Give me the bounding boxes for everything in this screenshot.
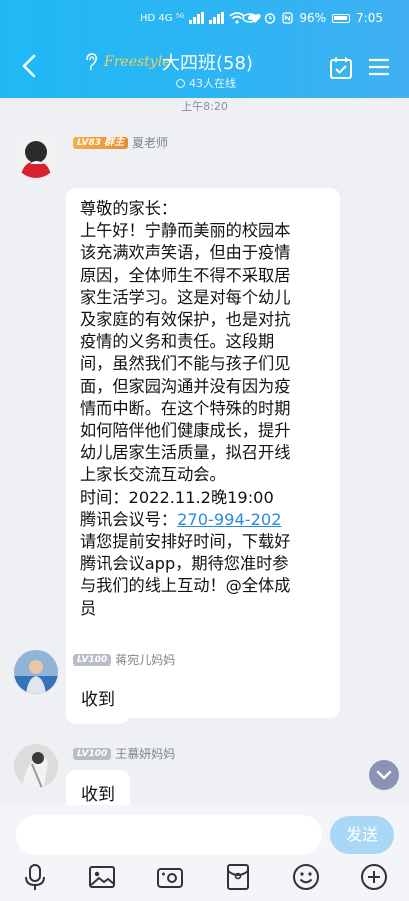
avatar[interactable] xyxy=(14,744,58,788)
message-line: 该充满欢声笑语，但由于疫情 xyxy=(80,243,291,263)
battery-percent: 96% xyxy=(299,11,327,25)
microphone-icon[interactable] xyxy=(21,863,49,891)
sender-name[interactable]: 王慕妍妈妈 xyxy=(115,745,175,762)
message-text: 收到 xyxy=(81,785,115,805)
chat-area[interactable]: 上午8:20 LV83 群主 夏老师 尊敬的家长： 上午好！宁静而美丽的校园本 … xyxy=(0,98,409,805)
message-line: 员 xyxy=(80,598,97,618)
avatar-teacher-image xyxy=(14,134,58,178)
message-line: 与我们的线上互动！@全体成 xyxy=(80,576,291,596)
message-text: 收到 xyxy=(81,690,115,710)
menu-icon[interactable] xyxy=(368,56,390,78)
sender-line: LV100 蒋宛儿妈妈 xyxy=(73,651,175,668)
message-bubble[interactable]: 收到 xyxy=(66,676,130,724)
sender-name[interactable]: 蒋宛儿妈妈 xyxy=(115,651,175,668)
alarm-icon xyxy=(265,13,276,24)
message-input[interactable] xyxy=(16,815,322,855)
message-bubble[interactable]: 尊敬的家长： 上午好！宁静而美丽的校园本 该充满欢声笑语，但由于疫情 原因，全体… xyxy=(66,188,340,718)
avatar-parent-image xyxy=(14,650,58,694)
avatar-parent-image xyxy=(14,744,58,788)
sender-name[interactable]: 夏老师 xyxy=(132,134,168,151)
message-line: 幼儿居家生活质量，拟召开线 xyxy=(80,443,291,463)
sender-line: LV83 群主 夏老师 xyxy=(73,134,168,151)
status-right: 96% 7:05 xyxy=(242,11,383,25)
avatar[interactable] xyxy=(14,650,58,694)
message-line: 疫情的义务和责任。这段期 xyxy=(80,332,275,352)
scroll-to-bottom-button[interactable] xyxy=(369,760,399,790)
nfc-icon xyxy=(282,12,294,24)
camera-icon[interactable] xyxy=(156,863,184,891)
message-line: 如何陪伴他们健康成长，提升 xyxy=(80,421,291,441)
chevron-down-icon xyxy=(376,770,392,780)
status-bar: HD 4G ⁵ᴳ 96% 7:05 xyxy=(0,8,409,36)
level-badge: LV100 xyxy=(73,653,112,666)
message-line: 情而中断。在这个特殊的时期 xyxy=(80,398,291,418)
ear-icon xyxy=(86,53,97,71)
online-status: 43人在线 xyxy=(176,75,236,91)
clock: 7:05 xyxy=(356,11,383,25)
level-badge: LV100 xyxy=(73,747,112,760)
emoji-icon[interactable] xyxy=(292,863,320,891)
network-text: HD 4G ⁵ᴳ xyxy=(140,12,185,24)
signal-icon-2 xyxy=(208,12,224,24)
battery-icon xyxy=(332,13,351,23)
online-count: 43人在线 xyxy=(189,77,236,90)
sender-line: LV100 王慕妍妈妈 xyxy=(73,745,175,762)
message-line: 请您提前安排好时间，下载好 xyxy=(80,532,291,552)
meeting-id-link[interactable]: 270-994-202 xyxy=(177,510,281,529)
image-icon[interactable] xyxy=(88,863,116,891)
message-line: 面，但家园沟通并没有因为疫 xyxy=(80,376,291,396)
plus-icon[interactable] xyxy=(360,863,388,891)
message-line: 尊敬的家长： xyxy=(80,199,178,218)
message-line: 及家庭的有效保护，也是对抗 xyxy=(80,310,291,330)
message-timestamp: 上午8:20 xyxy=(181,100,228,113)
meeting-line: 腾讯会议号：270-994-202 xyxy=(80,509,282,529)
calendar-icon[interactable] xyxy=(329,56,353,80)
message-line: 上家长交流互动会。 xyxy=(80,465,226,485)
input-bar: 发送 xyxy=(0,805,409,901)
message-line: 上午好！宁静而美丽的校园本 xyxy=(80,221,291,241)
group-logo-text: Freestyle xyxy=(104,54,171,70)
back-arrow-icon[interactable] xyxy=(18,52,42,80)
message-line: 间，虽然我们不能与孩子们见 xyxy=(80,354,291,374)
online-icon xyxy=(176,78,185,88)
nav-bar: Freestyle 大四班(58) 43人在线 xyxy=(0,44,409,98)
message-line: 腾讯会议app，期待您准时参 xyxy=(80,554,289,574)
send-button[interactable]: 发送 xyxy=(330,816,394,854)
message-line: 家生活学习。这是对每个幼儿 xyxy=(80,287,291,307)
group-title[interactable]: 大四班(58) xyxy=(162,49,253,75)
message-line: 时间：2022.11.2晚19:00 xyxy=(80,487,274,507)
top-bar: HD 4G ⁵ᴳ 96% 7:05 Freestyle 大四班(58) 43人在… xyxy=(0,0,409,98)
red-packet-icon[interactable] xyxy=(224,863,252,891)
level-badge: LV83 群主 xyxy=(73,136,129,149)
signal-icon xyxy=(188,12,204,24)
message-line: 原因，全体师生不得不采取居 xyxy=(80,265,291,285)
message-bubble[interactable]: 收到 xyxy=(66,770,130,805)
avatar[interactable] xyxy=(14,134,58,178)
eye-icon xyxy=(242,13,259,23)
